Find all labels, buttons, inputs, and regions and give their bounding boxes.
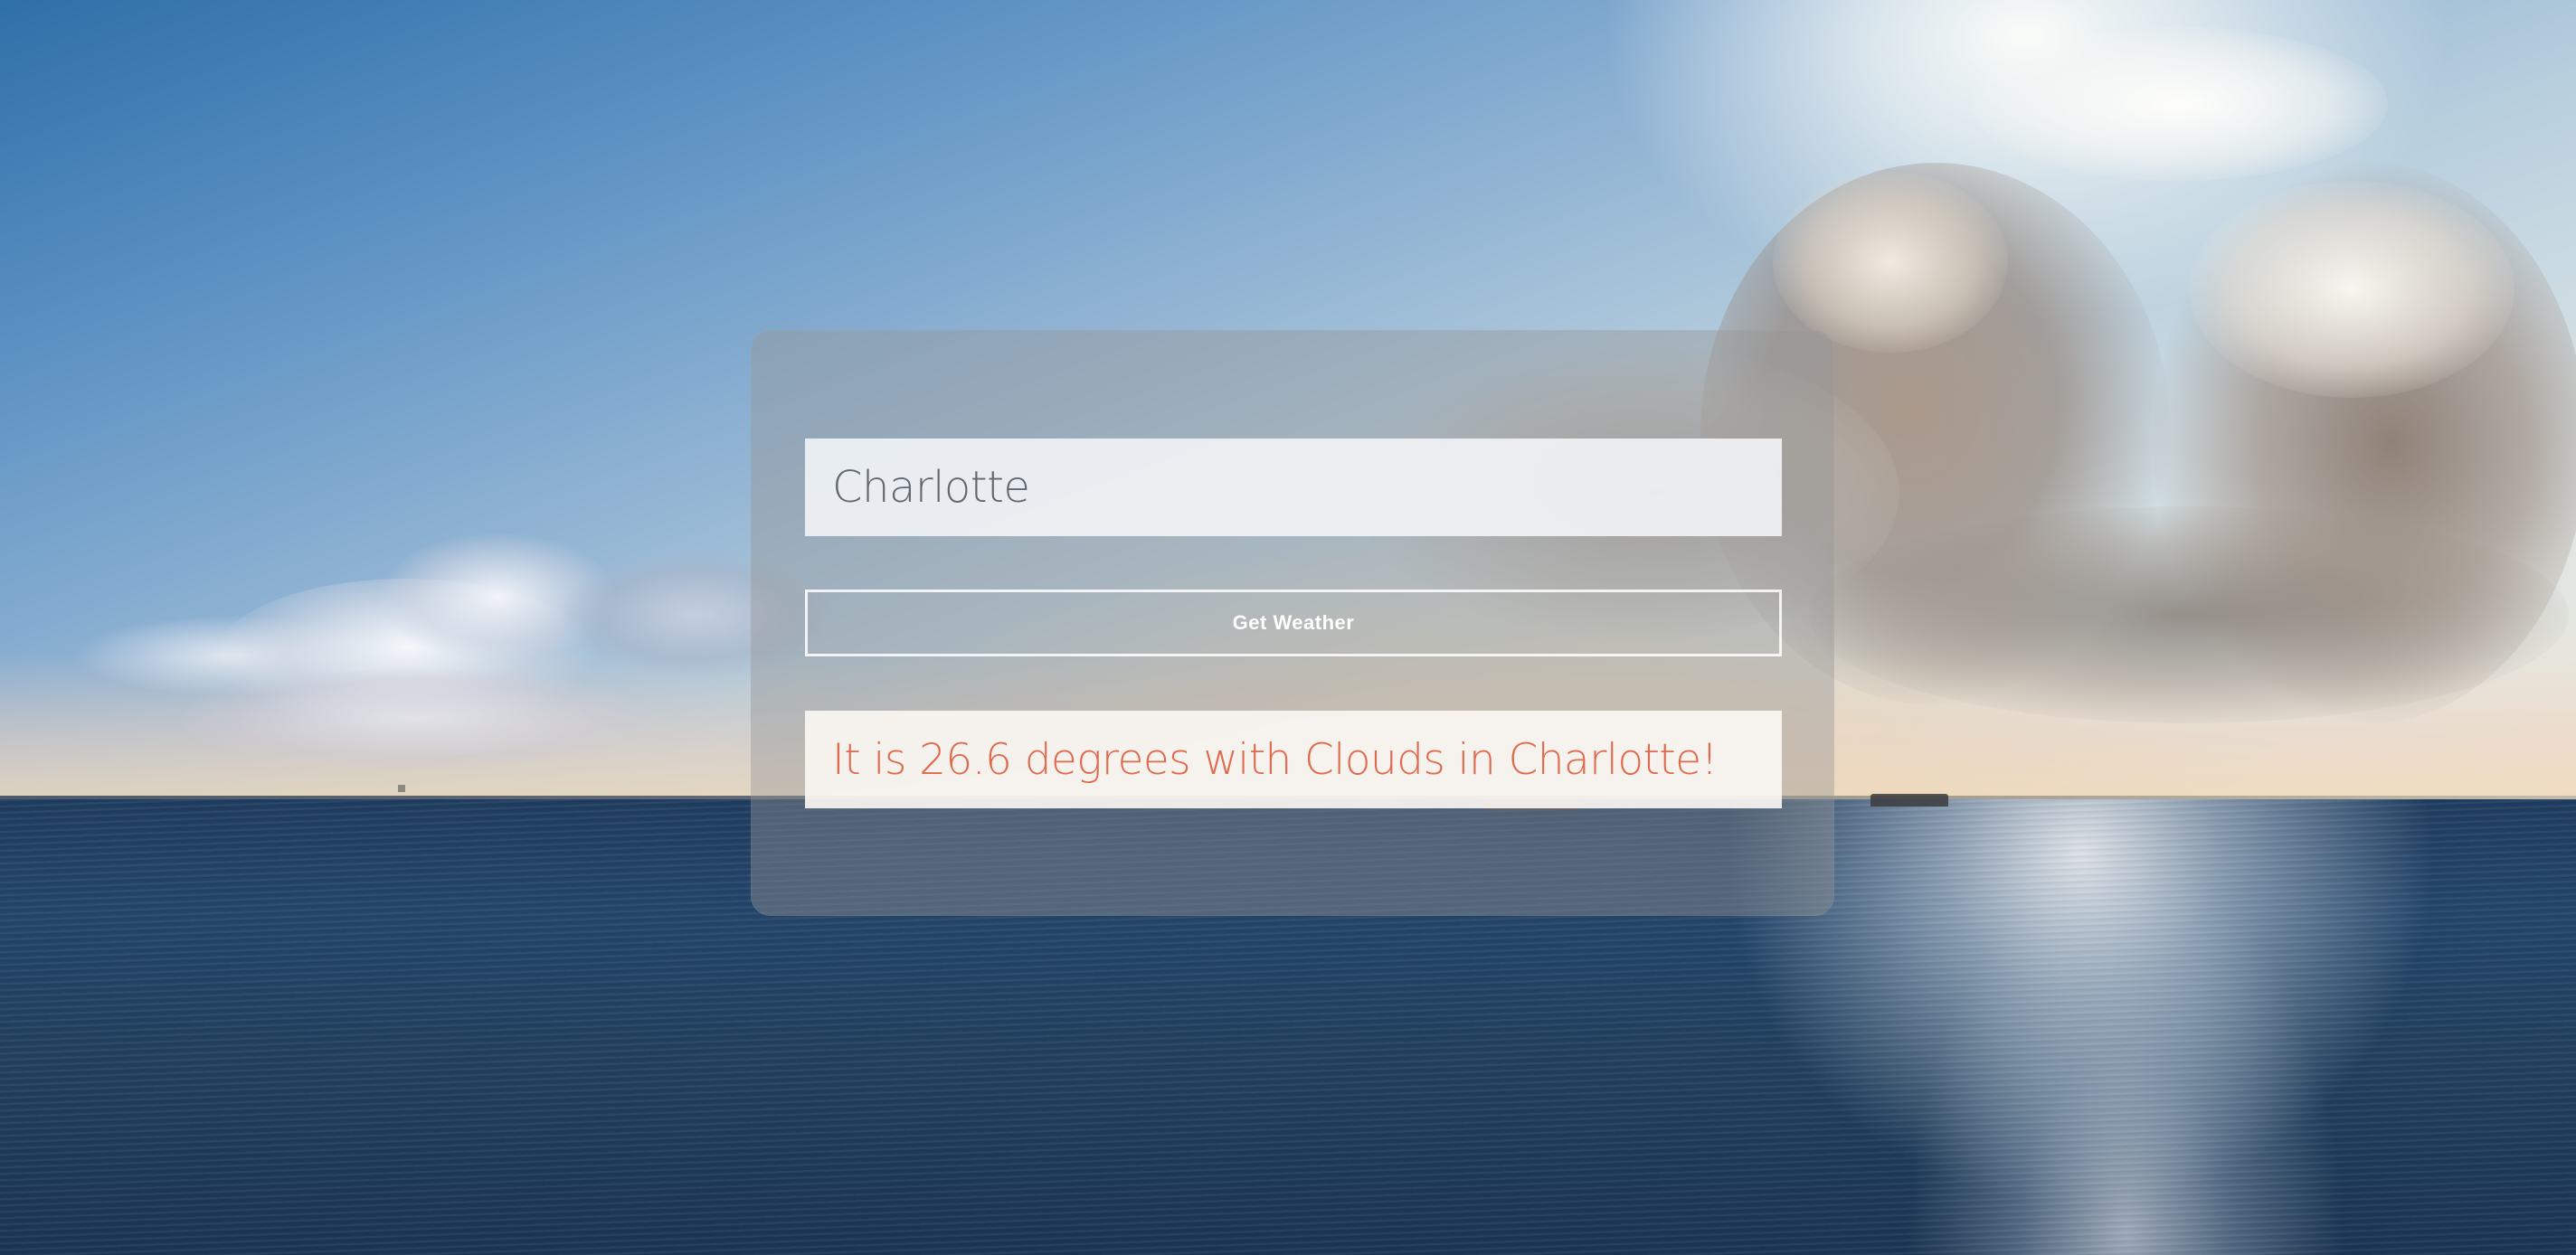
cloud-right-7	[1809, 506, 2569, 723]
get-weather-button[interactable]: Get Weather	[805, 590, 1782, 656]
cloud-right-2	[1773, 172, 2008, 353]
cloud-right-5	[1972, 27, 2388, 181]
cloud-left-5	[181, 669, 651, 769]
weather-result-box: It is 26.6 degrees with Clouds in Charlo…	[805, 711, 1782, 808]
city-input[interactable]	[805, 439, 1782, 536]
ship-1	[1870, 794, 1948, 807]
weather-card: Get Weather It is 26.6 degrees with Clou…	[751, 330, 1834, 916]
cloud-right-4	[2189, 181, 2514, 398]
ship-4	[398, 785, 405, 792]
weather-result-text: It is 26.6 degrees with Clouds in Charlo…	[832, 734, 1718, 785]
